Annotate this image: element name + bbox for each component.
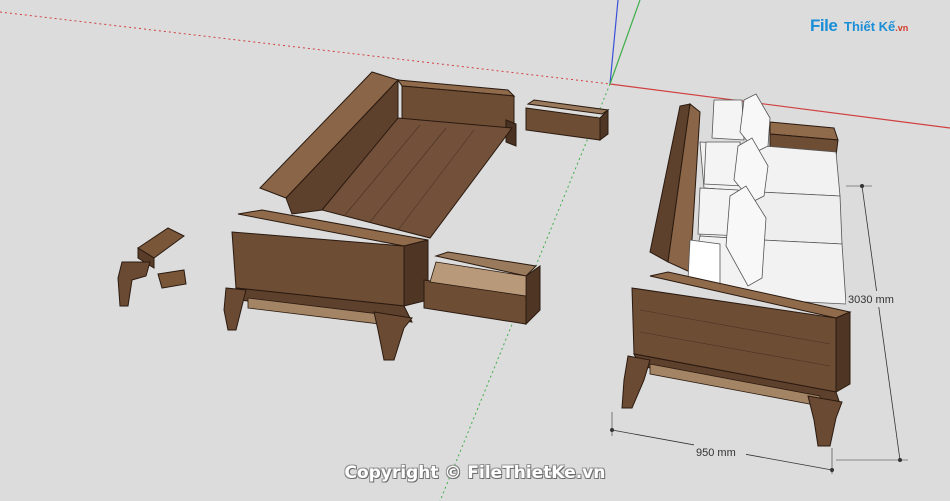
panel-face [525,107,601,141]
length-dimension-label: 3030 mm [848,294,894,306]
logo-name: Thiết Kế [844,19,896,34]
red-axis [609,83,950,129]
modeling-viewport[interactable]: 3030 mm 950 mm File Thiết Kế.vn Copyrigh… [0,0,950,501]
sofa-drawer[interactable] [423,251,541,326]
panel-end [599,108,609,141]
filethietke-logo: File Thiết Kế.vn [810,14,922,40]
assembled-sofa[interactable] [621,93,852,447]
joinery-leg [117,261,151,307]
copyright-watermark: Copyright © FileThietKe.vn [344,463,606,483]
3d-scene[interactable]: 3030 mm 950 mm [0,0,950,501]
assembled-near-armrest-end [835,311,851,393]
joinery-parts[interactable] [117,227,187,307]
logo-name-wrap: Thiết Kế.vn [844,19,908,34]
logo-brand: File [810,16,838,35]
red-axis-dotted [0,11,611,85]
dimension-endpoint [860,184,864,188]
detached-panel[interactable] [525,99,610,141]
assembled-right-leg [807,395,843,447]
dimension-endpoint [898,458,902,462]
dimension-line [861,185,901,461]
joinery-tenon [157,269,187,289]
width-dimension-label: 950 mm [696,447,736,459]
right-front-leg [373,311,413,361]
exploded-sofa[interactable] [117,71,610,361]
back-cushion [711,99,745,141]
dimension-endpoint [610,428,614,432]
drawer-side [525,265,541,326]
logo-tld: .vn [895,23,909,33]
assembled-left-leg [621,355,651,409]
left-front-leg [223,287,247,331]
